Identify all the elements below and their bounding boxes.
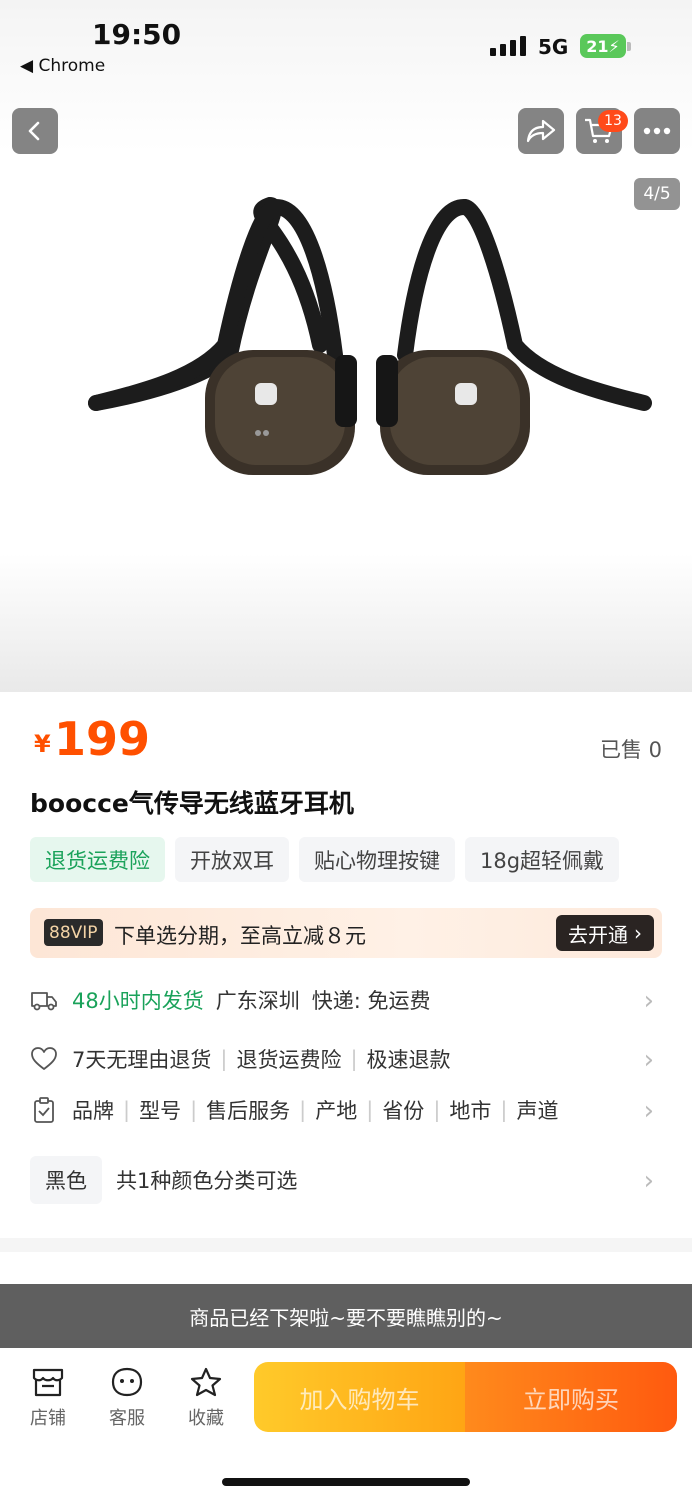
param-item: 声道 [516, 1099, 559, 1123]
vip-banner[interactable]: 88VIP 下单选分期，至高立减８元 去开通 › [30, 908, 662, 958]
favorite-button[interactable]: 收藏 [176, 1366, 236, 1430]
shipping-express: 快递: 免运费 [311, 989, 431, 1013]
color-option-black[interactable]: 黑色 [30, 1156, 102, 1204]
color-row[interactable]: 黑色 共1种颜色分类可选 › [30, 1156, 662, 1204]
sold-count: 已售 0 [599, 738, 662, 762]
add-to-cart-button[interactable]: 加入购物车 [254, 1362, 465, 1432]
param-item: 地市 [449, 1099, 492, 1123]
service-item: 极速退款 [366, 1048, 451, 1072]
more-icon [643, 127, 671, 135]
service-item: 退货运费险 [236, 1048, 342, 1072]
chevron-right-icon: › [643, 986, 654, 1016]
shipping-time: 48小时内发货 [72, 989, 204, 1013]
cta-group: 加入购物车 立即购买 [254, 1362, 677, 1432]
vip-open-label: 去开通 [568, 922, 628, 947]
separator: | [366, 1098, 374, 1122]
cart-count-badge: 13 [598, 110, 628, 132]
separator: | [299, 1098, 307, 1122]
image-counter: 4/5 [634, 178, 680, 210]
back-to-app-link[interactable]: ◀ Chrome [20, 56, 105, 76]
vip-promo-text: 下单选分期，至高立减８元 [114, 924, 366, 948]
status-time: 19:50 [92, 18, 182, 51]
chevron-right-icon: › [634, 921, 642, 945]
vip-logo: 88VIP [44, 919, 103, 946]
tag-open-ear: 开放双耳 [175, 837, 289, 882]
param-item: 品牌 [72, 1099, 114, 1123]
separator: | [433, 1098, 441, 1122]
shop-button[interactable]: 店铺 [18, 1366, 78, 1430]
price: 199 [54, 712, 151, 766]
clipboard-icon [34, 1097, 54, 1123]
tag-lightweight: 18g超轻佩戴 [465, 837, 620, 882]
star-icon [190, 1367, 222, 1397]
chevron-right-icon: › [643, 1166, 654, 1196]
heart-shield-icon [31, 1047, 57, 1070]
share-icon [526, 119, 556, 143]
separator: | [500, 1098, 508, 1122]
customer-service-button[interactable]: 客服 [97, 1366, 157, 1430]
chevron-left-icon [28, 121, 40, 141]
separator: | [123, 1098, 131, 1122]
product-image-gallery[interactable] [0, 0, 692, 692]
separator: | [350, 1047, 358, 1071]
share-button[interactable] [518, 108, 564, 154]
tag-physical-button: 贴心物理按键 [299, 837, 455, 882]
chevron-right-icon: › [643, 1096, 654, 1126]
separator: | [190, 1098, 198, 1122]
offline-notice: 商品已经下架啦~要不要瞧瞧别的~ [0, 1284, 692, 1348]
store-icon [32, 1368, 64, 1397]
product-title: boocce气传导无线蓝牙耳机 [30, 789, 354, 818]
shipping-location: 广东深圳 [215, 989, 300, 1013]
customer-service-label: 客服 [109, 1408, 145, 1429]
battery-level: 21 [586, 36, 609, 56]
chat-face-icon [111, 1367, 143, 1397]
battery-cap [627, 42, 631, 51]
chevron-right-icon: › [643, 1045, 654, 1075]
buy-now-button[interactable]: 立即购买 [465, 1362, 677, 1432]
service-row[interactable]: 7天无理由退货 | 退货运费险 | 极速退款 › [30, 1039, 662, 1079]
shipping-row[interactable]: 48小时内发货 广东深圳 快递: 免运费 › [30, 980, 662, 1020]
favorite-label: 收藏 [188, 1408, 224, 1429]
param-item: 售后服务 [206, 1099, 291, 1123]
earphones-image [88, 196, 652, 475]
vip-open-button[interactable]: 去开通 › [556, 915, 654, 951]
back-button[interactable] [12, 108, 58, 154]
signal-icon [490, 36, 526, 56]
params-row[interactable]: 品牌 | 型号 | 售后服务 | 产地 | 省份 | 地市 | 声道 › [30, 1090, 662, 1130]
battery-icon: 21 ⚡ [580, 34, 626, 58]
currency-symbol: ¥ [34, 730, 51, 758]
network-type: 5G [538, 35, 569, 59]
section-divider [0, 1238, 692, 1252]
tag-return-insurance: 退货运费险 [30, 837, 165, 882]
param-item: 产地 [315, 1099, 358, 1123]
color-description: 共1种颜色分类可选 [116, 1169, 298, 1193]
feature-tags: 退货运费险 开放双耳 贴心物理按键 18g超轻佩戴 [30, 837, 620, 882]
truck-icon [31, 992, 57, 1011]
separator: | [220, 1047, 228, 1071]
shop-label: 店铺 [30, 1408, 66, 1429]
service-item: 7天无理由退货 [72, 1048, 212, 1072]
more-button[interactable] [634, 108, 680, 154]
param-item: 型号 [139, 1099, 182, 1123]
home-indicator [222, 1478, 470, 1486]
param-item: 省份 [382, 1099, 425, 1123]
